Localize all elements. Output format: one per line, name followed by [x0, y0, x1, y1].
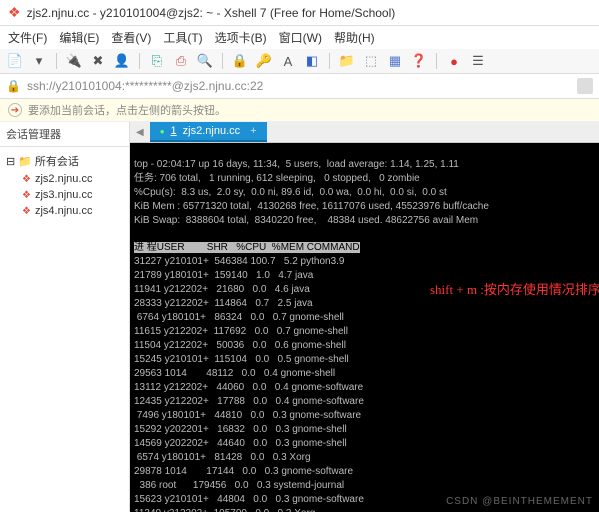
tool6-icon[interactable]: ☰ [469, 52, 487, 70]
tool4-icon[interactable]: ❓ [410, 52, 428, 70]
session-tree: ⊟ 📁 所有会话 ❖ zjs2.njnu.cc ❖ zjs3.njnu.cc ❖… [0, 147, 129, 223]
font-icon[interactable]: A [279, 52, 297, 70]
collapse-icon[interactable]: ⊟ [6, 155, 15, 168]
menu-bar: 文件(F) 编辑(E) 查看(V) 工具(T) 选项卡(B) 窗口(W) 帮助(… [0, 26, 599, 49]
key-icon[interactable]: 🔑 [255, 52, 273, 70]
paste-icon[interactable]: ⎙ [172, 52, 190, 70]
session-icon: ❖ [22, 190, 31, 201]
tool3-icon[interactable]: ▦ [386, 52, 404, 70]
annotation-text: shift + m :按内存使用情况排序 [430, 283, 599, 296]
session-item[interactable]: ❖ zjs2.njnu.cc [2, 171, 127, 187]
main-area: 会话管理器 ⊟ 📁 所有会话 ❖ zjs2.njnu.cc ❖ zjs3.njn… [0, 122, 599, 512]
lock-icon[interactable]: 🔒 [231, 52, 249, 70]
tab-active[interactable]: ● 1 zjs2.njnu.cc + [150, 122, 267, 142]
menu-tab[interactable]: 选项卡(B) [215, 29, 267, 46]
separator [222, 53, 223, 69]
menu-tools[interactable]: 工具(T) [163, 29, 202, 46]
process-rows: 31227 y210101+ 546384 100.7 5.2 python3.… [134, 256, 364, 512]
root-label: 所有会话 [35, 153, 79, 169]
top-line5: KiB Swap: 8388604 total, 8340220 free, 4… [134, 215, 478, 226]
ssh-lock-icon: 🔒 [6, 79, 21, 93]
terminal[interactable]: top - 02:04:17 up 16 days, 11:34, 5 user… [130, 143, 599, 512]
session-manager: 会话管理器 ⊟ 📁 所有会话 ❖ zjs2.njnu.cc ❖ zjs3.njn… [0, 122, 130, 512]
tab-add-icon[interactable]: + [250, 125, 256, 137]
tab-num: 1 [171, 125, 177, 137]
session-label: zjs3.njnu.cc [35, 189, 92, 201]
hint-bar: ➔ 要添加当前会话，点击左侧的箭头按钮。 [0, 99, 599, 122]
separator [139, 53, 140, 69]
color-icon[interactable]: ◧ [303, 52, 321, 70]
menu-edit[interactable]: 编辑(E) [59, 29, 99, 46]
folder-icon: 📁 [18, 155, 32, 168]
sidebar-title: 会话管理器 [0, 122, 129, 147]
menu-help[interactable]: 帮助(H) [334, 29, 375, 46]
tab-scroll-left[interactable]: ◀ [130, 124, 150, 141]
menu-window[interactable]: 窗口(W) [279, 29, 322, 46]
connected-icon: ● [160, 127, 165, 136]
app-logo-icon: ❖ [8, 4, 21, 21]
session-icon: ❖ [22, 174, 31, 185]
top-line4: KiB Mem : 65771320 total, 4130268 free, … [134, 201, 489, 212]
tool1-icon[interactable]: 📁 [338, 52, 356, 70]
profile-icon[interactable]: 👤 [113, 52, 131, 70]
disconnect-icon[interactable]: ✖ [89, 52, 107, 70]
search-icon[interactable]: 🔍 [196, 52, 214, 70]
open-icon[interactable]: ▾ [30, 52, 48, 70]
add-session-icon[interactable]: ➔ [8, 103, 22, 117]
window-title: zjs2.njnu.cc - y210101004@zjs2: ~ - Xshe… [27, 6, 396, 20]
toolbar: 📄 ▾ 🔌 ✖ 👤 ⎘ ⎙ 🔍 🔒 🔑 A ◧ 📁 ⬚ ▦ ❓ ● ☰ [0, 49, 599, 74]
tab-bar: ◀ ● 1 zjs2.njnu.cc + [130, 122, 599, 143]
title-bar: ❖ zjs2.njnu.cc - y210101004@zjs2: ~ - Xs… [0, 0, 599, 26]
session-label: zjs2.njnu.cc [35, 173, 92, 185]
tab-label: zjs2.njnu.cc [183, 125, 240, 137]
separator [329, 53, 330, 69]
top-line2: 任务: 706 total, 1 running, 612 sleeping, … [134, 173, 420, 184]
tree-root[interactable]: ⊟ 📁 所有会话 [2, 151, 127, 171]
login-user-icon[interactable] [577, 78, 593, 94]
address-bar: 🔒 ssh://y210101004:**********@zjs2.njnu.… [0, 74, 599, 99]
session-label: zjs4.njnu.cc [35, 205, 92, 217]
address-text[interactable]: ssh://y210101004:**********@zjs2.njnu.cc… [27, 79, 571, 93]
tool2-icon[interactable]: ⬚ [362, 52, 380, 70]
reconnect-icon[interactable]: 🔌 [65, 52, 83, 70]
session-item[interactable]: ❖ zjs4.njnu.cc [2, 203, 127, 219]
watermark: CSDN @BEINTHEMEMENT [446, 495, 593, 508]
menu-file[interactable]: 文件(F) [8, 29, 47, 46]
session-item[interactable]: ❖ zjs3.njnu.cc [2, 187, 127, 203]
copy-icon[interactable]: ⎘ [148, 52, 166, 70]
top-header: 进 程USER SHR %CPU %MEM COMMAND [134, 242, 360, 253]
new-session-icon[interactable]: 📄 [6, 52, 24, 70]
tool5-icon[interactable]: ● [445, 52, 463, 70]
separator [436, 53, 437, 69]
top-line3: %Cpu(s): 8.3 us, 2.0 sy, 0.0 ni, 89.6 id… [134, 187, 447, 198]
hint-text: 要添加当前会话，点击左侧的箭头按钮。 [28, 102, 226, 118]
separator [56, 53, 57, 69]
content-area: ◀ ● 1 zjs2.njnu.cc + top - 02:04:17 up 1… [130, 122, 599, 512]
top-line1: top - 02:04:17 up 16 days, 11:34, 5 user… [134, 159, 459, 170]
menu-view[interactable]: 查看(V) [111, 29, 151, 46]
session-icon: ❖ [22, 206, 31, 217]
